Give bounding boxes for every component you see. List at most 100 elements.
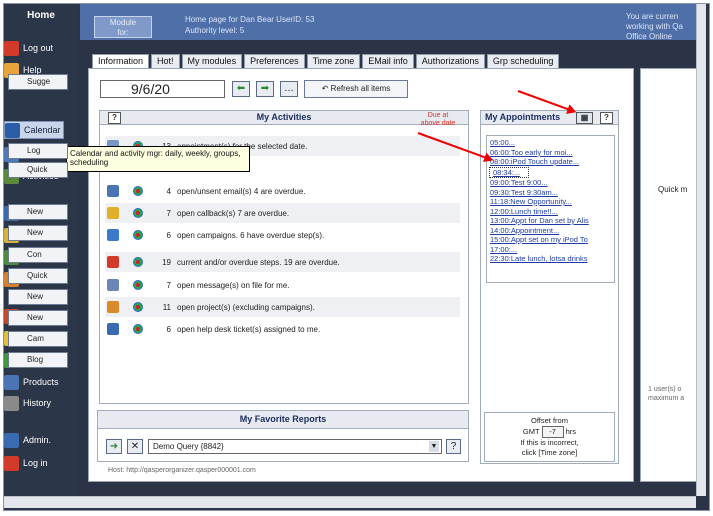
appointment-link[interactable]: 09:30:Test 9:30am... <box>487 188 614 198</box>
sidebar-item-label: Products <box>23 377 59 387</box>
sidebar-item-history[interactable]: History <box>4 394 51 412</box>
activity-row[interactable]: 6 open help desk ticket(s) assigned to me… <box>105 319 460 339</box>
activity-text: open campaigns. 6 have overdue step(s). <box>177 230 325 240</box>
appointment-link[interactable]: 14:00:Appointment... <box>487 226 614 236</box>
sidebar-item-calendar[interactable]: Calendar <box>4 121 64 139</box>
activity-type-icon <box>107 256 119 268</box>
calendar-tooltip: Calendar and activity mgr: daily, weekly… <box>66 146 250 172</box>
activities-help-button[interactable]: ? <box>108 112 121 124</box>
quick-menu-button[interactable]: Blog <box>8 352 68 368</box>
group-icon[interactable] <box>133 324 143 334</box>
appointment-link[interactable]: 11:18:New Opportunity... <box>487 197 614 207</box>
activity-text: current and/or overdue steps. 19 are ove… <box>177 257 340 267</box>
vertical-scrollbar[interactable] <box>696 4 706 496</box>
quick-menu-button[interactable]: New <box>8 225 68 241</box>
report-help-button[interactable]: ? <box>446 439 461 454</box>
tab-grp-scheduling[interactable]: Grp scheduling <box>486 54 560 68</box>
quick-button[interactable]: Quick <box>8 162 68 178</box>
activity-text: open/unsent email(s) 4 are overdue. <box>177 186 306 196</box>
sidebar-item-products[interactable]: Products <box>4 373 59 391</box>
activity-row[interactable]: 6 open campaigns. 6 have overdue step(s). <box>105 225 460 245</box>
date-picker-button[interactable]: … <box>280 81 298 97</box>
group-icon[interactable] <box>133 230 143 240</box>
appointment-link[interactable]: 08:34:... <box>489 166 529 178</box>
sidebar-item-label: Calendar <box>24 125 61 135</box>
appointment-link[interactable]: 08:00:iPod Touch update... <box>487 157 614 167</box>
top-bar <box>80 4 700 40</box>
prev-date-button[interactable]: ⬅ <box>232 81 250 97</box>
home-link[interactable]: Home <box>4 4 78 28</box>
suggest-button[interactable]: Sugge <box>8 74 68 90</box>
tab-email-info[interactable]: EMail info <box>362 54 414 68</box>
activities-title: My Activities <box>256 112 312 122</box>
module-button[interactable]: Module for: <box>94 16 152 38</box>
appointment-link[interactable]: 09:00:Test 9:00... <box>487 178 614 188</box>
tab-hot[interactable]: Hot! <box>151 54 180 68</box>
tab-time-zone[interactable]: Time zone <box>306 54 361 68</box>
group-icon[interactable] <box>133 280 143 290</box>
group-icon[interactable] <box>133 208 143 218</box>
tab-my-modules[interactable]: My modules <box>181 54 243 68</box>
right-column <box>640 68 702 482</box>
quick-menu-button[interactable]: Quick <box>8 268 68 284</box>
appointments-help-button[interactable]: ? <box>600 112 613 124</box>
activity-text: open help desk ticket(s) assigned to me. <box>177 324 321 334</box>
activity-type-icon <box>107 185 119 197</box>
favorite-reports-title: My Favorite Reports <box>239 414 327 424</box>
sidebar-item-label: History <box>23 398 52 408</box>
group-icon[interactable] <box>133 257 143 267</box>
admin-icon <box>4 432 19 448</box>
sidebar-item-label: Admin. <box>23 435 52 445</box>
group-icon[interactable] <box>133 302 143 312</box>
refresh-all-button[interactable]: ↶ Refresh all items <box>304 80 408 98</box>
appointment-link[interactable]: 15:00:Appt set on my iPod To <box>487 235 614 245</box>
activity-type-icon <box>107 323 119 335</box>
horizontal-scrollbar[interactable] <box>4 496 696 508</box>
activity-row[interactable]: 7 open callback(s) 7 are overdue. <box>105 203 460 223</box>
quick-menu-button[interactable]: Cam <box>8 331 68 347</box>
activity-row[interactable]: 7 open message(s) on file for me. <box>105 275 460 295</box>
activity-row[interactable]: 4 open/unsent email(s) 4 are overdue. <box>105 181 460 201</box>
appointment-link[interactable]: 06:00:Too early for moi... <box>487 148 614 158</box>
gmt-offset-box: Offset from GMT -7 hrs If this is incorr… <box>484 412 615 462</box>
tab-information[interactable]: Information <box>92 54 150 68</box>
quick-menu-button[interactable]: New <box>8 310 68 326</box>
remove-report-button[interactable]: ✕ <box>127 439 143 454</box>
tab-authorizations[interactable]: Authorizations <box>415 54 485 68</box>
quick-menu-button[interactable]: New <box>8 204 68 220</box>
activity-row[interactable]: 19 current and/or overdue steps. 19 are o… <box>105 252 460 272</box>
quick-menu-button[interactable]: New <box>8 289 68 305</box>
appointment-link[interactable]: 22:30:Late lunch, lotsa drinks <box>487 254 614 264</box>
appointment-link[interactable]: 17:00:... <box>487 245 614 255</box>
log-button[interactable]: Log <box>8 143 68 159</box>
sidebar-item-label: Log in <box>23 458 48 468</box>
tab-bar: Information Hot! My modules Preferences Time… <box>92 54 560 68</box>
favorite-reports-panel: My Favorite Reports <box>97 410 469 462</box>
calendar-icon <box>5 122 20 138</box>
sidebar-item-log-out[interactable]: Log out <box>4 39 53 57</box>
appointment-link[interactable]: 05:00... <box>487 138 614 148</box>
sidebar-item-log-in[interactable]: Log in <box>4 454 48 472</box>
products-icon <box>4 374 19 390</box>
date-field[interactable]: 9/6/20 <box>100 80 225 98</box>
favorite-report-select[interactable]: Demo Query {8842} ▼ <box>148 439 442 454</box>
sidebar-item-admin[interactable]: Admin. <box>4 431 51 449</box>
quick-menu-button[interactable]: Con <box>8 247 68 263</box>
appointment-link[interactable]: 12:00:Lunch time!!... <box>487 207 614 217</box>
activity-count: 11 <box>162 302 171 312</box>
tab-preferences[interactable]: Preferences <box>244 54 305 68</box>
appointment-link[interactable]: 13:00:Appt for Dan set by Alis <box>487 216 614 226</box>
activity-row[interactable]: 11 open project(s) (excluding campaigns). <box>105 297 460 317</box>
current-info: You are curren working with Qa Office On… <box>626 12 683 41</box>
home-info: Home page for Dan Bear UserID: 53 Author… <box>185 15 315 35</box>
offset-field[interactable]: -7 <box>541 426 564 438</box>
group-icon[interactable] <box>133 186 143 196</box>
activity-text: open project(s) (excluding campaigns). <box>177 302 315 312</box>
calendar-grid-icon[interactable]: ▦ <box>576 112 593 124</box>
activity-count: 6 <box>166 324 171 334</box>
activity-count: 7 <box>166 208 171 218</box>
activity-count: 4 <box>166 186 171 196</box>
run-report-button[interactable]: ➜ <box>106 439 122 454</box>
sidebar-item-label: Log out <box>23 43 54 53</box>
next-date-button[interactable]: ➡ <box>256 81 274 97</box>
